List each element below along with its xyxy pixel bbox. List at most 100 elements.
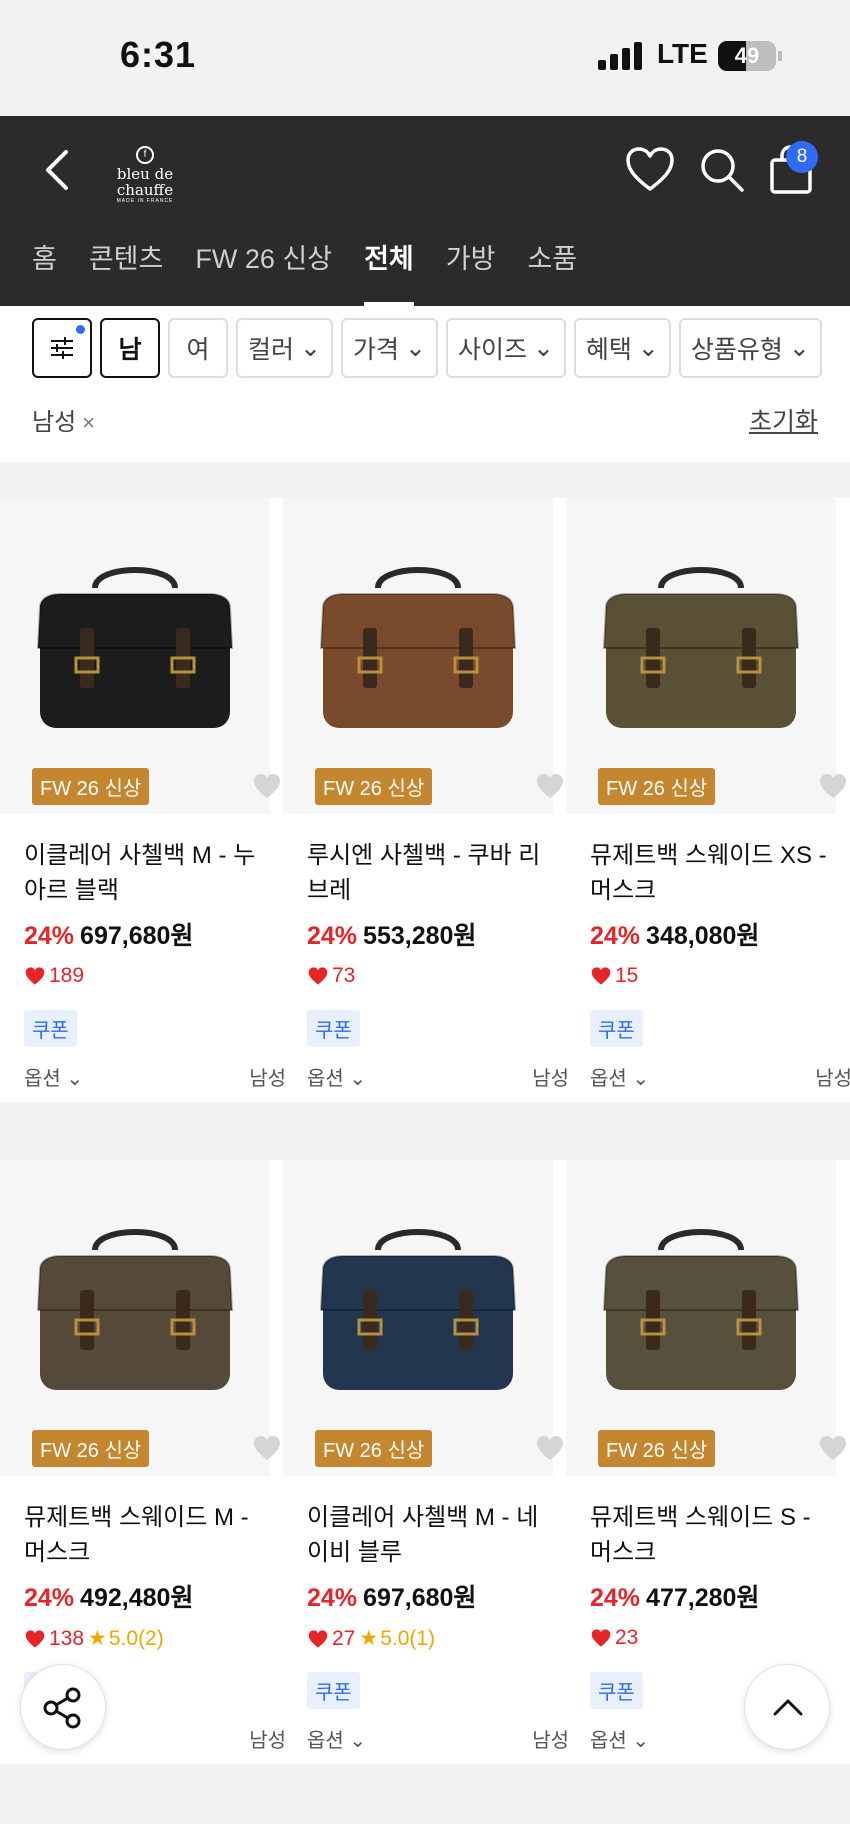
option-dropdown[interactable]: 옵션 ⌄	[590, 1062, 649, 1091]
like-count: 15	[615, 964, 639, 987]
chevron-up-icon	[773, 1699, 803, 1716]
scroll-top-button[interactable]	[744, 1664, 830, 1750]
product-thumbnail[interactable]	[566, 498, 836, 814]
new-tag: FW 26 신상	[32, 768, 150, 805]
likes-row: 23	[590, 1626, 638, 1650]
option-dropdown[interactable]: 옵션 ⌄	[24, 1062, 83, 1091]
product-image	[36, 1229, 234, 1390]
status-bar: 6:31 LTE 49	[0, 0, 850, 116]
product-thumbnail[interactable]	[0, 1160, 270, 1476]
product-thumbnail[interactable]	[0, 498, 270, 814]
tab-all[interactable]: 전체	[364, 244, 414, 306]
like-count: 27	[332, 1626, 356, 1650]
brand-logo[interactable]: f bleu de chauffe MADE IN FRANCE	[100, 146, 190, 206]
tab-home[interactable]: 홈	[32, 244, 57, 306]
heart-icon[interactable]	[624, 144, 676, 196]
section-divider	[0, 462, 850, 498]
discount-rate: 24%	[24, 922, 75, 950]
product-card[interactable]: FW 26 신상 이클레어 사첼백 M - 누아르 블랙 24% 697,680원…	[0, 498, 286, 1118]
product-name[interactable]: 뮤제트백 스웨이드 S - 머스크	[590, 1500, 836, 1570]
discount-rate: 24%	[590, 1584, 641, 1612]
tab-bags[interactable]: 가방	[446, 244, 496, 306]
rating: 5.0(2)	[108, 1626, 164, 1650]
tab-accessories[interactable]: 소품	[527, 244, 577, 306]
product-image	[602, 567, 800, 728]
wishlist-heart-icon[interactable]	[252, 1434, 282, 1462]
new-tag: FW 26 신상	[598, 1430, 716, 1467]
heart-filled-icon	[25, 967, 45, 985]
gender-label: 남성	[532, 1068, 569, 1090]
tab-fw-new[interactable]: FW 26 신상	[195, 244, 332, 306]
product-thumbnail[interactable]	[283, 1160, 553, 1476]
heart-filled-icon	[308, 1629, 328, 1648]
discount-rate: 24%	[307, 922, 358, 950]
product-thumbnail[interactable]	[283, 498, 553, 814]
price-row: 24% 492,480원	[24, 1578, 193, 1614]
price-row: 24% 553,280원	[307, 916, 476, 952]
like-count: 189	[49, 964, 85, 987]
chevron-down-icon: ⌄	[632, 1730, 650, 1752]
product-name[interactable]: 뮤제트백 스웨이드 M - 머스크	[24, 1500, 270, 1570]
chevron-down-icon: ⌄	[66, 1068, 84, 1090]
back-icon[interactable]	[42, 146, 72, 194]
gender-label: 남성	[815, 1068, 850, 1090]
wishlist-heart-icon[interactable]	[818, 1434, 848, 1462]
search-icon[interactable]	[696, 144, 748, 196]
like-count: 138	[49, 1626, 85, 1650]
filter-female[interactable]: 여	[168, 318, 228, 378]
product-image	[319, 567, 517, 728]
product-name[interactable]: 이클레어 사첼백 M - 네이비 블루	[307, 1500, 553, 1570]
filter-male[interactable]: 남	[100, 318, 160, 378]
product-card[interactable]: FW 26 신상 뮤제트백 스웨이드 XS - 머스크 24% 348,080원 …	[566, 498, 850, 1118]
gender-label: 남성	[249, 1730, 286, 1752]
filter-price[interactable]: 가격 ⌄	[340, 318, 438, 378]
filter-size[interactable]: 사이즈 ⌄	[445, 318, 566, 378]
selected-filter-tag[interactable]: 남성	[32, 409, 76, 436]
option-dropdown[interactable]: 옵션 ⌄	[307, 1724, 366, 1753]
filter-bar: 남 여 컬러 ⌄ 가격 ⌄ 사이즈 ⌄ 혜택 ⌄ 상품유형 ⌄	[32, 318, 830, 378]
likes-row: 27 ★ 5.0(1)	[307, 1626, 435, 1651]
status-time: 6:31	[120, 34, 197, 75]
wishlist-heart-icon[interactable]	[252, 772, 282, 800]
product-name[interactable]: 뮤제트백 스웨이드 XS - 머스크	[590, 838, 836, 908]
chevron-down-icon: ⌄	[632, 1068, 650, 1090]
likes-row: 138 ★ 5.0(2)	[24, 1626, 164, 1651]
product-thumbnail[interactable]	[566, 1160, 836, 1476]
product-card[interactable]: FW 26 신상 루시엔 사첼백 - 쿠바 리브레 24% 553,280원 73…	[283, 498, 569, 1118]
likes-row: 189	[24, 964, 84, 988]
product-name[interactable]: 이클레어 사첼백 M - 누아르 블랙	[24, 838, 270, 908]
product-name[interactable]: 루시엔 사첼백 - 쿠바 리브레	[307, 838, 553, 908]
gender-label: 남성	[249, 1068, 286, 1090]
option-dropdown[interactable]: 옵션 ⌄	[307, 1062, 366, 1091]
product-card[interactable]: FW 26 신상 이클레어 사첼백 M - 네이비 블루 24% 697,680원…	[283, 1160, 569, 1780]
gender-label: 남성	[532, 1730, 569, 1752]
price-row: 24% 697,680원	[24, 916, 193, 952]
selected-filters: 남성 × 초기화	[32, 402, 818, 442]
wishlist-heart-icon[interactable]	[818, 772, 848, 800]
option-dropdown[interactable]: 옵션 ⌄	[590, 1724, 649, 1753]
new-tag: FW 26 신상	[32, 1430, 150, 1467]
like-count: 73	[332, 964, 356, 987]
filter-color[interactable]: 컬러 ⌄	[236, 318, 333, 378]
tab-contents[interactable]: 콘텐츠	[89, 244, 164, 306]
share-icon	[43, 1687, 81, 1729]
price: 697,680원	[363, 1584, 477, 1612]
heart-filled-icon	[591, 967, 611, 985]
coupon-badge: 쿠폰	[590, 1672, 643, 1709]
filter-settings-button[interactable]	[32, 318, 92, 378]
filter-benefit[interactable]: 혜택 ⌄	[573, 318, 671, 378]
price-row: 24% 348,080원	[590, 916, 759, 952]
filter-product-type[interactable]: 상품유형 ⌄	[678, 318, 822, 378]
heart-filled-icon	[25, 1629, 45, 1648]
price-row: 24% 477,280원	[590, 1578, 759, 1614]
remove-filter-icon[interactable]: ×	[82, 410, 95, 435]
star-icon: ★	[359, 1627, 379, 1650]
product-image	[602, 1229, 800, 1390]
battery-level: 49	[734, 43, 760, 68]
discount-rate: 24%	[24, 1584, 75, 1612]
reset-button[interactable]: 초기화	[749, 402, 818, 438]
wishlist-heart-icon[interactable]	[535, 772, 565, 800]
wishlist-heart-icon[interactable]	[535, 1434, 565, 1462]
price: 477,280원	[646, 1584, 760, 1612]
share-button[interactable]	[20, 1664, 106, 1750]
